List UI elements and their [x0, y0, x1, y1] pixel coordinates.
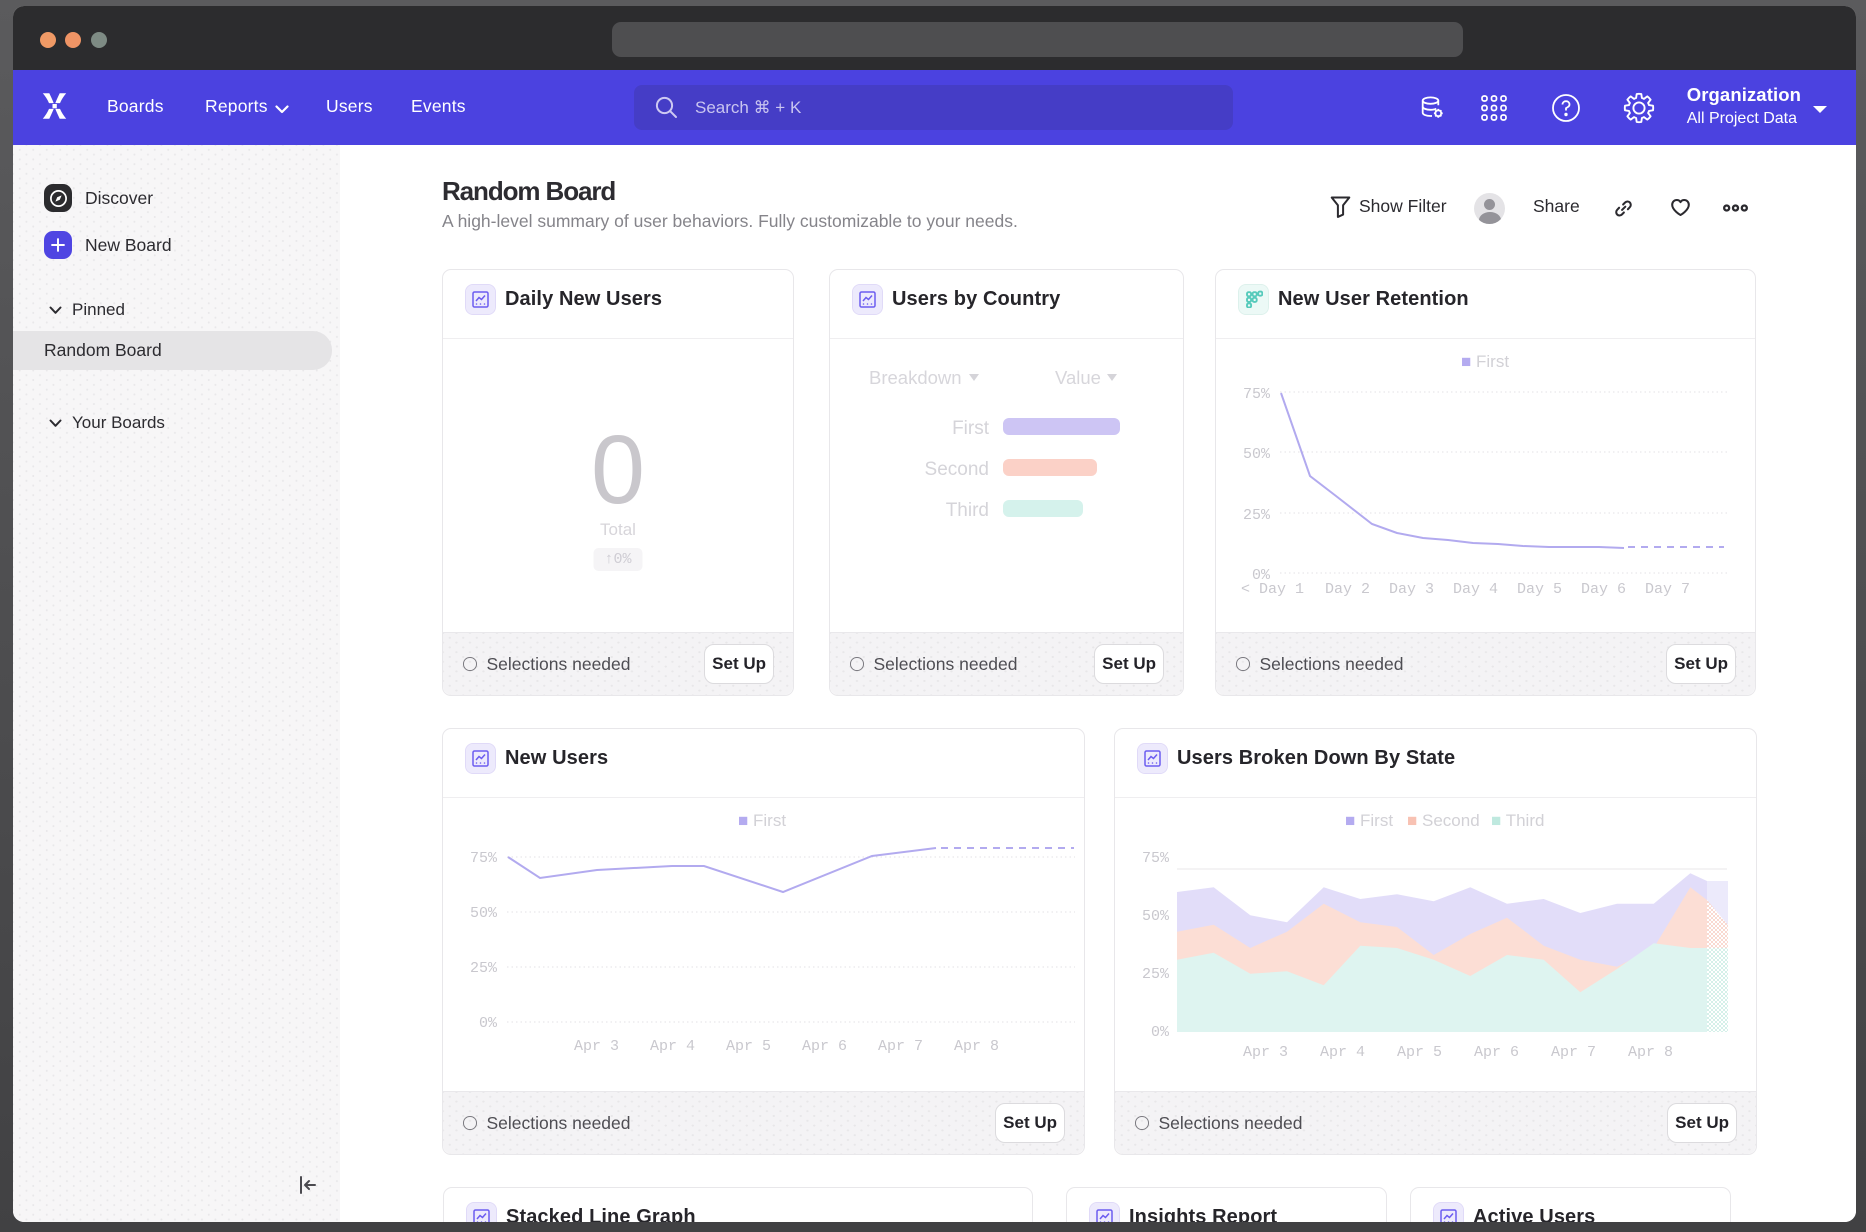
svg-text:Apr 6: Apr 6 [802, 1038, 847, 1055]
svg-text:25%: 25% [1243, 507, 1271, 524]
svg-text:■ Second: ■ Second [1407, 811, 1480, 830]
svg-text:■ First: ■ First [1461, 352, 1509, 371]
svg-text:Day 7: Day 7 [1645, 581, 1690, 598]
svg-text:Day 6: Day 6 [1581, 581, 1626, 598]
svg-text:Day 4: Day 4 [1453, 581, 1498, 598]
svg-text:Day 2: Day 2 [1325, 581, 1370, 598]
svg-text:Apr 4: Apr 4 [650, 1038, 695, 1055]
svg-text:Apr 7: Apr 7 [878, 1038, 923, 1055]
svg-text:75%: 75% [1243, 386, 1271, 403]
svg-text:Day 3: Day 3 [1389, 581, 1434, 598]
svg-text:75%: 75% [1142, 850, 1170, 867]
svg-text:25%: 25% [470, 960, 498, 977]
svg-text:Apr 3: Apr 3 [1243, 1044, 1288, 1061]
svg-text:Apr 8: Apr 8 [1628, 1044, 1673, 1061]
svg-text:Day 5: Day 5 [1517, 581, 1562, 598]
svg-text:Apr 5: Apr 5 [1397, 1044, 1442, 1061]
svg-text:50%: 50% [1243, 446, 1271, 463]
svg-text:25%: 25% [1142, 966, 1170, 983]
svg-text:< Day 1: < Day 1 [1241, 581, 1304, 598]
svg-text:50%: 50% [1142, 908, 1170, 925]
svg-text:■ First: ■ First [738, 811, 786, 830]
svg-text:Apr 5: Apr 5 [726, 1038, 771, 1055]
svg-text:■ First: ■ First [1345, 811, 1393, 830]
svg-text:Apr 7: Apr 7 [1551, 1044, 1596, 1061]
svg-text:Apr 8: Apr 8 [954, 1038, 999, 1055]
svg-text:0%: 0% [1151, 1024, 1170, 1041]
svg-text:50%: 50% [470, 905, 498, 922]
svg-text:75%: 75% [470, 850, 498, 867]
svg-text:■ Third: ■ Third [1491, 811, 1544, 830]
svg-text:Apr 3: Apr 3 [574, 1038, 619, 1055]
svg-text:Apr 4: Apr 4 [1320, 1044, 1365, 1061]
svg-text:Apr 6: Apr 6 [1474, 1044, 1519, 1061]
svg-text:0%: 0% [479, 1015, 498, 1032]
